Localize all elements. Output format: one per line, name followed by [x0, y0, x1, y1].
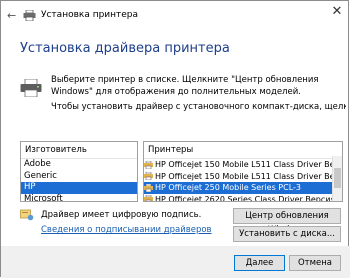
- printer-item[interactable]: HP Officejet 150 Mobile L511 Class Drive…: [144, 159, 342, 171]
- signed-driver-icon: [20, 209, 34, 221]
- printer-item-icon: [144, 160, 153, 169]
- printer-header: Принтеры: [144, 142, 342, 159]
- back-arrow-icon[interactable]: ←: [7, 9, 16, 22]
- install-printer-dialog: ← Установка принтера ✕ Установка драйвер…: [0, 0, 350, 278]
- printer-item-icon: [144, 195, 153, 201]
- printer-item-icon: [144, 172, 153, 181]
- manufacturer-item[interactable]: Generic: [21, 171, 137, 183]
- manufacturer-list[interactable]: Изготовитель Adobe Generic HP Microsoft: [20, 141, 138, 202]
- manufacturer-item[interactable]: Adobe: [21, 159, 137, 171]
- cancel-button[interactable]: Отмена: [289, 255, 341, 271]
- manufacturer-item-selected[interactable]: HP: [21, 182, 137, 194]
- manufacturer-header: Изготовитель: [21, 142, 137, 159]
- printer-icon: [23, 10, 36, 21]
- page-heading: Установка драйвера принтера: [20, 41, 230, 56]
- printer-item-label: HP Officejet 250 Mobile Series PCL-3: [155, 183, 302, 192]
- printer-large-icon: [20, 79, 42, 97]
- printer-item[interactable]: HP Officejet 150 Mobile L511 Class Drive…: [144, 171, 342, 183]
- manufacturer-item[interactable]: Microsoft: [21, 194, 137, 202]
- description-disk: Чтобы установить драйвер с установочного…: [51, 102, 346, 112]
- window-title: Установка принтера: [41, 10, 139, 20]
- title-bar: ← Установка принтера ✕: [1, 1, 348, 31]
- scrollbar-thumb[interactable]: [334, 168, 341, 188]
- printer-item-label: HP Officejet 2620 Series Class Driver Ве…: [155, 194, 342, 202]
- printer-item[interactable]: HP Officejet 2620 Series Class Driver Ве…: [144, 194, 342, 202]
- printer-item-label: HP Officejet 150 Mobile L511 Class Drive…: [155, 171, 342, 181]
- printer-item-selected[interactable]: HP Officejet 250 Mobile Series PCL-3: [144, 182, 342, 194]
- printer-item-label: HP Officejet 150 Mobile L511 Class Drive…: [155, 160, 342, 169]
- close-icon[interactable]: ✕: [328, 3, 346, 21]
- signature-text: Драйвер имеет цифровую подпись.: [41, 210, 202, 220]
- driver-signing-link[interactable]: Сведения о подписывании драйверов: [41, 225, 212, 235]
- windows-update-button[interactable]: Центр обновления Windows: [233, 208, 341, 235]
- next-button[interactable]: Далее: [234, 255, 285, 271]
- have-disk-button[interactable]: Установить с диска...: [233, 226, 341, 242]
- printer-item-icon: [144, 183, 153, 192]
- printer-list[interactable]: Принтеры HP Officejet 150 Mobile L511 Cl…: [143, 141, 343, 202]
- description-select: Выберите принтер в списке. Щелкните "Цен…: [51, 75, 319, 97]
